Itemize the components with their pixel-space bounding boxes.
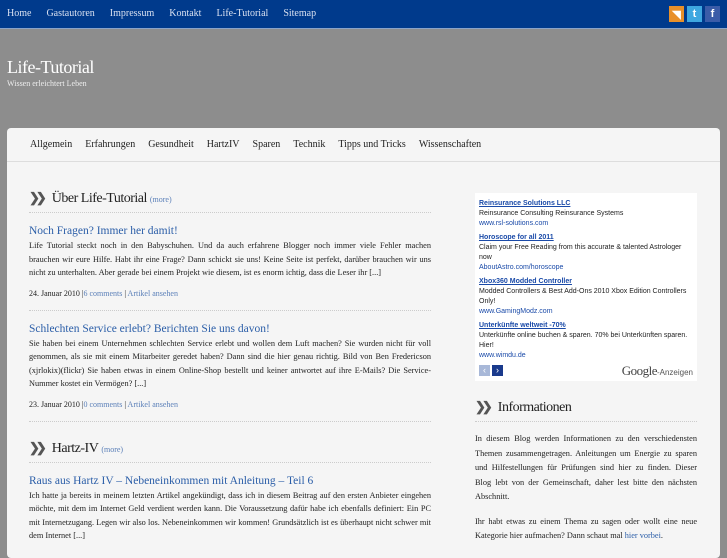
nav-sitemap[interactable]: Sitemap bbox=[283, 8, 316, 19]
category-nav: Allgemein Erfahrungen Gesundheit HartzIV Spa… bbox=[30, 139, 481, 150]
nav-kontakt[interactable]: Kontakt bbox=[169, 8, 201, 19]
ad-prev-button[interactable]: ‹ bbox=[479, 365, 490, 376]
content-panel: Allgemein Erfahrungen Gesundheit HartzIV Spa… bbox=[7, 128, 720, 558]
google-ads: Reinsurance Solutions LLC Reinsurance Con… bbox=[475, 193, 697, 381]
top-nav: Home Gastautoren Impressum Kontakt Life-… bbox=[7, 8, 316, 19]
nav-home[interactable]: Home bbox=[7, 8, 31, 19]
section-header: ❯❯ Über Life-Tutorial (more) bbox=[29, 190, 431, 213]
category-link[interactable]: Tipps und Tricks bbox=[338, 139, 405, 150]
info-text: In diesem Blog werden Informationen zu d… bbox=[475, 434, 697, 501]
ad-url[interactable]: www.wimdu.de bbox=[479, 351, 693, 361]
post: Raus aus Hartz IV – Nebeneinkommen mit A… bbox=[29, 463, 431, 555]
info-widget: ❯❯ Informationen In diesem Blog werden I… bbox=[475, 399, 697, 544]
section-title[interactable]: Über Life-Tutorial bbox=[52, 191, 148, 207]
divider bbox=[7, 161, 720, 162]
category-link[interactable]: Allgemein bbox=[30, 139, 72, 150]
ad-title[interactable]: Unterkünfte weltweit -70% bbox=[479, 321, 693, 331]
period: . bbox=[660, 531, 663, 540]
right-edge bbox=[720, 128, 727, 545]
post: Noch Fragen? Immer her damit! Life Tutori… bbox=[29, 213, 431, 311]
post-title[interactable]: Raus aus Hartz IV – Nebeneinkommen mit A… bbox=[29, 475, 431, 487]
info-heading: Informationen bbox=[497, 400, 572, 415]
ad-url[interactable]: AboutAstro.com/horoscope bbox=[479, 263, 693, 273]
site-tagline: Wissen erleichtert Leben bbox=[7, 79, 87, 88]
ad-description: Reinsurance Consulting Reinsurance Syste… bbox=[479, 210, 624, 217]
more-link[interactable]: (more) bbox=[101, 445, 123, 454]
post-meta: 23. Januar 2010 |0 comments | Artikel an… bbox=[29, 400, 431, 409]
post-excerpt: Life Tutorial steckt noch in den Babysch… bbox=[29, 241, 431, 277]
ad-next-button[interactable]: › bbox=[492, 365, 503, 376]
ad-item: Horoscope for all 2011 Claim your Free Re… bbox=[479, 233, 693, 273]
category-link[interactable]: Wissenschaften bbox=[419, 139, 481, 150]
view-article-link[interactable]: Artikel ansehen bbox=[128, 400, 178, 409]
social-links: ◥ t f bbox=[669, 6, 720, 22]
category-link[interactable]: Technik bbox=[293, 139, 325, 150]
post-title[interactable]: Noch Fragen? Immer her damit! bbox=[29, 225, 431, 237]
ad-item: Unterkünfte weltweit -70% Unterkünfte onl… bbox=[479, 321, 693, 361]
ad-title[interactable]: Horoscope for all 2011 bbox=[479, 233, 693, 243]
ad-title[interactable]: Reinsurance Solutions LLC bbox=[479, 199, 693, 209]
site-title[interactable]: Life-Tutorial bbox=[7, 57, 94, 78]
category-link[interactable]: Sparen bbox=[253, 139, 281, 150]
comments-link[interactable]: 6 comments bbox=[83, 289, 122, 298]
ad-description: Claim your Free Reading from this accura… bbox=[479, 244, 682, 261]
nav-gastautoren[interactable]: Gastautoren bbox=[46, 8, 94, 19]
info-text-2-body: Ihr habt etwas zu einem Thema zu sagen o… bbox=[475, 516, 697, 541]
rss-icon[interactable]: ◥ bbox=[669, 6, 684, 22]
double-chevron-icon: ❯❯ bbox=[475, 399, 493, 414]
double-chevron-icon: ❯❯ bbox=[29, 190, 47, 205]
ad-description: Unterkünfte online buchen & sparen. 70% … bbox=[479, 332, 688, 349]
ad-item: Reinsurance Solutions LLC Reinsurance Con… bbox=[479, 199, 693, 229]
nav-impressum[interactable]: Impressum bbox=[110, 8, 154, 19]
nav-life-tutorial[interactable]: Life-Tutorial bbox=[216, 8, 268, 19]
ad-url[interactable]: www.rsl-solutions.com bbox=[479, 219, 693, 229]
category-link[interactable]: HartzIV bbox=[207, 139, 240, 150]
top-bar: Home Gastautoren Impressum Kontakt Life-… bbox=[0, 0, 727, 29]
ad-url[interactable]: www.GamingModz.com bbox=[479, 307, 693, 317]
ads-label-text: -Anzeigen bbox=[656, 368, 693, 377]
post-title[interactable]: Schlechten Service erlebt? Berichten Sie… bbox=[29, 323, 431, 335]
post-excerpt: Ich hatte ja bereits in meinem letzten A… bbox=[29, 490, 431, 541]
post-date: 24. Januar 2010 | bbox=[29, 288, 84, 298]
category-link[interactable]: Erfahrungen bbox=[85, 139, 135, 150]
category-link[interactable]: Gesundheit bbox=[148, 139, 194, 150]
double-chevron-icon: ❯❯ bbox=[29, 439, 47, 455]
post-excerpt: Sie haben bei einem Unternehmen schlecht… bbox=[29, 338, 431, 389]
sidebar: Reinsurance Solutions LLC Reinsurance Con… bbox=[475, 193, 697, 544]
more-link[interactable]: (more) bbox=[150, 195, 172, 204]
post-meta: 24. Januar 2010 |6 comments | Artikel an… bbox=[29, 289, 431, 298]
hier-vorbei-link[interactable]: hier vorbei bbox=[625, 531, 661, 540]
comments-link[interactable]: 0 comments bbox=[83, 400, 122, 409]
facebook-icon[interactable]: f bbox=[705, 6, 720, 22]
view-article-link[interactable]: Artikel ansehen bbox=[128, 289, 178, 298]
google-ads-label[interactable]: Google-Anzeigen bbox=[622, 363, 693, 379]
ad-title[interactable]: Xbox360 Modded Controller bbox=[479, 277, 693, 287]
info-text-2: Ihr habt etwas zu einem Thema zu sagen o… bbox=[475, 515, 697, 544]
post-date: 23. Januar 2010 | bbox=[29, 399, 84, 409]
ad-item: Xbox360 Modded Controller Modded Controll… bbox=[479, 277, 693, 317]
section-header: ❯❯ Hartz-IV (more) bbox=[29, 440, 431, 463]
site-branding: Life-Tutorial Wissen erleichtert Leben bbox=[7, 57, 94, 88]
section-title[interactable]: Hartz-IV bbox=[52, 441, 99, 457]
post: Schlechten Service erlebt? Berichten Sie… bbox=[29, 311, 431, 422]
twitter-icon[interactable]: t bbox=[687, 6, 702, 22]
ad-description: Modded Controllers & Best Add-Ons 2010 X… bbox=[479, 288, 687, 305]
main-content: ❯❯ Über Life-Tutorial (more) Noch Fragen? I… bbox=[29, 190, 431, 555]
google-logo: Google bbox=[621, 363, 658, 378]
